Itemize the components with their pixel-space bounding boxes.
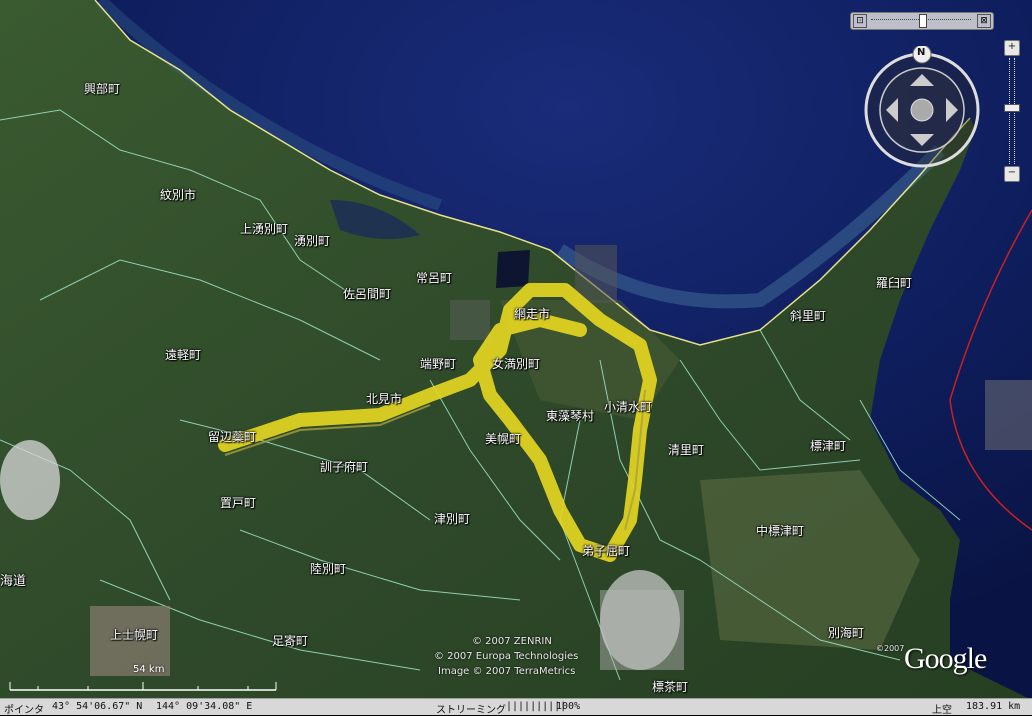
streaming-percent: 100% (556, 701, 581, 712)
town-label: 上湧別町 (240, 222, 289, 236)
town-label: 足寄町 (272, 634, 309, 648)
town-label: 標津町 (810, 439, 847, 453)
town-label: 常呂町 (416, 271, 453, 285)
zoom-in-button[interactable]: + (1004, 40, 1020, 56)
town-label: 羅臼町 (876, 276, 913, 290)
map-view[interactable]: 興部町 紋別市 上湧別町 湧別町 常呂町 佐呂間町 遠軽町 網走市 女満別町 端… (0, 0, 1032, 714)
town-label: 紋別市 (160, 188, 197, 202)
tilt-max-icon[interactable]: ⊠ (977, 14, 991, 28)
town-label: 別海町 (828, 626, 865, 640)
town-label: 端野町 (420, 357, 457, 371)
copyright-image: Image © 2007 TerraMetrics (438, 666, 576, 677)
town-label: 東藻琴村 (546, 409, 595, 423)
zoom-slider[interactable]: + − (1004, 40, 1020, 182)
pointer-longitude: 144° 09'34.08" E (156, 701, 253, 712)
town-label: 上士幌町 (110, 628, 159, 642)
zoom-handle[interactable] (1004, 104, 1020, 112)
compass-ring-icon[interactable] (862, 44, 982, 170)
town-label: 標茶町 (652, 680, 689, 694)
copyright-google-year: ©2007 (876, 644, 905, 653)
scale-label: 54 km (133, 664, 165, 675)
town-label: 海道 (0, 574, 27, 589)
town-label: 置戸町 (220, 496, 257, 510)
altitude-value: 183.91 km (966, 701, 1021, 712)
town-label: 小清水町 (604, 400, 653, 414)
town-label: 美幌町 (485, 432, 522, 446)
status-bar: ポインタ 43° 54'06.67" N 144° 09'34.08" E スト… (0, 698, 1032, 716)
town-label: 網走市 (514, 307, 551, 321)
google-logo: Google (904, 642, 987, 675)
town-label: 陸別町 (310, 562, 347, 576)
town-label: 北見市 (366, 392, 403, 406)
town-label: 斜里町 (790, 309, 827, 323)
navigation-control[interactable]: N (862, 44, 982, 170)
town-label: 中標津町 (756, 524, 805, 538)
town-label: 清里町 (668, 443, 705, 457)
town-label: 弟子屈町 (582, 544, 631, 558)
pointer-latitude: 43° 54'06.67" N (52, 701, 143, 712)
copyright-zenrin: © 2007 ZENRIN (472, 636, 552, 647)
scale-bar: 54 km (8, 664, 278, 692)
town-label: 興部町 (84, 82, 121, 96)
town-label: 佐呂間町 (343, 287, 392, 301)
town-label: 津別町 (434, 512, 471, 526)
tilt-handle[interactable] (919, 14, 927, 28)
town-label: 女満別町 (492, 357, 541, 371)
town-label: 湧別町 (294, 234, 331, 248)
tilt-reset-icon[interactable]: ⊡ (853, 14, 867, 28)
town-label: 遠軽町 (165, 348, 202, 362)
copyright-europa: © 2007 Europa Technologies (434, 651, 579, 662)
town-label: 訓子府町 (320, 460, 369, 474)
town-label: 留辺蘂町 (208, 430, 257, 444)
compass-north[interactable]: N (917, 47, 925, 58)
zoom-out-button[interactable]: − (1004, 166, 1020, 182)
tilt-slider[interactable]: ⊡ ⊠ (850, 12, 994, 30)
